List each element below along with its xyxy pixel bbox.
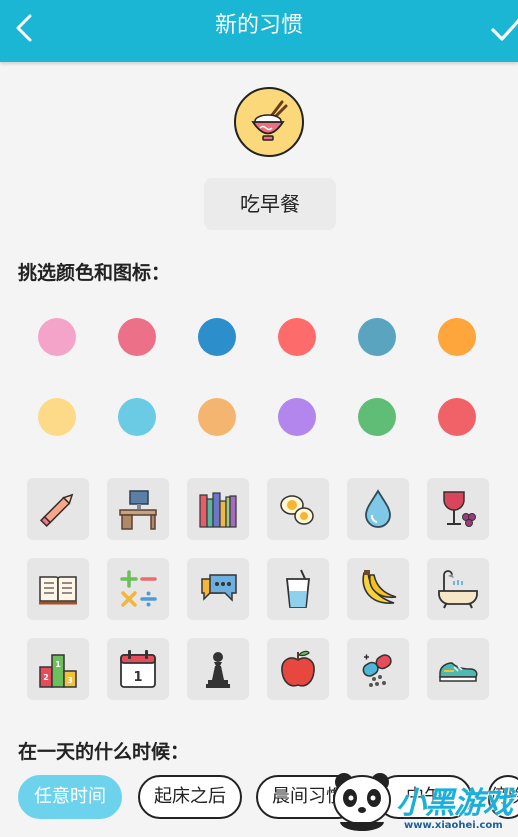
sneaker-icon (439, 662, 478, 682)
icon-option-calendar[interactable]: 1 (107, 638, 169, 700)
color-swatch[interactable] (278, 318, 316, 356)
icon-option-apple[interactable] (267, 638, 329, 700)
icon-option-math-symbols[interactable] (107, 558, 169, 620)
watermark-brand: 小黑游戏 (396, 786, 513, 821)
banana-icon (362, 570, 397, 604)
calendar-icon: 1 (120, 650, 156, 688)
color-swatch[interactable] (278, 398, 316, 436)
icon-option-chat-bubbles[interactable] (187, 558, 249, 620)
open-book-icon (39, 576, 77, 605)
color-swatch[interactable] (118, 398, 156, 436)
time-option-anytime[interactable]: 任意时间 (18, 775, 122, 819)
eggs-icon (280, 495, 314, 525)
color-swatch[interactable] (38, 398, 76, 436)
icon-option-drink-cup[interactable] (267, 558, 329, 620)
habit-name-field[interactable]: 吃早餐 (204, 178, 336, 230)
time-of-day-section-title: 在一天的什么时候： (18, 741, 190, 763)
icon-option-podium[interactable]: 2 1 3 (27, 638, 89, 700)
bathtub-icon (438, 570, 478, 609)
pills-icon (362, 654, 392, 687)
books-icon (199, 492, 237, 528)
icon-option-chess-pawn[interactable] (187, 638, 249, 700)
color-swatch[interactable] (118, 318, 156, 356)
podium-icon: 2 1 3 (39, 654, 77, 688)
drink-cup-icon (285, 569, 311, 608)
icon-option-books[interactable] (187, 478, 249, 540)
color-swatch[interactable] (198, 318, 236, 356)
chess-pawn-icon (206, 652, 230, 688)
color-swatch[interactable] (358, 398, 396, 436)
icon-option-bathtub[interactable] (427, 558, 489, 620)
habit-icon-preview[interactable] (234, 87, 304, 157)
calendar-day-label: 1 (133, 670, 142, 685)
icon-option-pills[interactable] (347, 638, 409, 700)
rice-bowl-icon (251, 100, 288, 141)
color-swatch[interactable] (438, 398, 476, 436)
icon-option-desk-computer[interactable] (107, 478, 169, 540)
icon-option-water-drop[interactable] (347, 478, 409, 540)
pencil-icon (39, 493, 74, 528)
top-bar: 新的习惯 (0, 0, 518, 62)
page-title: 新的习惯 (214, 13, 303, 38)
icon-option-pencil[interactable] (27, 478, 89, 540)
color-swatch[interactable] (438, 318, 476, 356)
color-swatch[interactable] (358, 318, 396, 356)
icon-option-wine-grapes[interactable] (427, 478, 489, 540)
icon-option-sneaker[interactable] (427, 638, 489, 700)
wine-grapes-icon (443, 491, 476, 527)
apple-icon (281, 650, 315, 687)
confirm-check-icon[interactable] (490, 14, 518, 44)
color-swatch[interactable] (38, 318, 76, 356)
panda-mascot-icon (333, 773, 391, 831)
icon-option-eggs[interactable] (267, 478, 329, 540)
math-symbols-icon (120, 570, 157, 607)
icon-option-banana[interactable] (347, 558, 409, 620)
desk-computer-icon (119, 490, 157, 530)
watermark-site: www.xiaohei.com (404, 820, 503, 831)
chat-bubbles-icon (201, 574, 237, 602)
icon-option-open-book[interactable] (27, 558, 89, 620)
watermark: 小黑游戏 www.xiaohei.com (322, 768, 518, 837)
podium-second-label: 2 (43, 673, 49, 682)
podium-first-label: 1 (55, 660, 61, 669)
podium-third-label: 3 (67, 676, 73, 685)
color-swatch[interactable] (198, 398, 236, 436)
color-icon-section-title: 挑选颜色和图标： (18, 262, 171, 284)
time-option-after-waking[interactable]: 起床之后 (138, 775, 242, 819)
water-drop-icon (365, 489, 391, 528)
